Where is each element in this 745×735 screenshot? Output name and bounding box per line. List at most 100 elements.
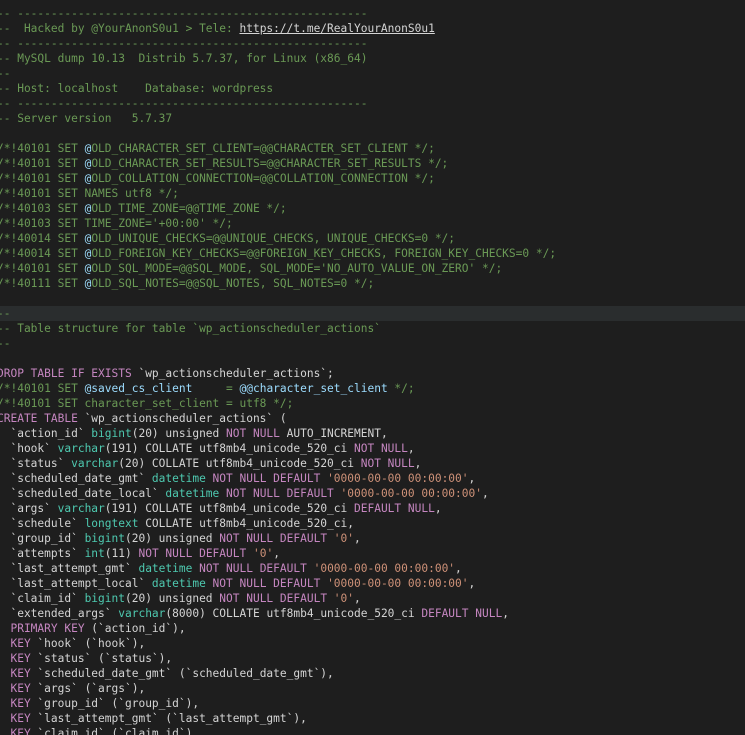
code-token: ,: [165, 652, 173, 665]
code-line[interactable]: `hook` varchar(191) COLLATE utf8mb4_unic…: [0, 441, 745, 456]
code-line[interactable]: -- -------------------------------------…: [0, 96, 745, 111]
code-token: '0': [333, 592, 355, 605]
code-line[interactable]: KEY `claim_id` (`claim_id`),: [0, 726, 745, 735]
code-token: NOT NULL DEFAULT: [192, 562, 314, 575]
code-token: /*!40101 SET: [0, 142, 85, 155]
code-token: '0': [252, 547, 274, 560]
code-line[interactable]: -- MySQL dump 10.13 Distrib 5.7.37, for …: [0, 51, 745, 66]
code-line[interactable]: /*!40101 SET NAMES utf8 */;: [0, 186, 745, 201]
code-line[interactable]: CREATE TABLE `wp_actionscheduler_actions…: [0, 411, 745, 426]
code-token: COLLATE utf8mb4_unicode_520_ci,: [138, 517, 354, 530]
telegram-link[interactable]: https://t.me/RealYourAnonS0u1: [239, 22, 434, 35]
code-line[interactable]: KEY `hook` (`hook`),: [0, 636, 745, 651]
code-token: /*!40101 SET: [0, 157, 85, 170]
code-token: datetime: [151, 472, 206, 485]
code-editor[interactable]: -- -------------------------------------…: [0, 0, 745, 735]
code-line[interactable]: -- -------------------------------------…: [0, 36, 745, 51]
code-token: (8000) COLLATE utf8mb4_unicode_520_ci: [165, 607, 422, 620]
code-token: DROP TABLE IF EXISTS: [0, 367, 139, 380]
code-token: `status`: [0, 457, 72, 470]
code-token: bigint: [91, 427, 132, 440]
code-line[interactable]: /*!40103 SET @OLD_TIME_ZONE=@@TIME_ZONE …: [0, 201, 745, 216]
code-token: NOT NULL: [354, 442, 408, 455]
code-line[interactable]: -- Host: localhost Database: wordpress: [0, 81, 745, 96]
code-line[interactable]: PRIMARY KEY (`action_id`),: [0, 621, 745, 636]
code-token: (`action_id`): [91, 622, 179, 635]
code-token: `attempts`: [0, 547, 85, 560]
code-line[interactable]: `scheduled_date_local` datetime NOT NULL…: [0, 486, 745, 501]
code-token: ,: [407, 442, 415, 455]
code-line[interactable]: -- -------------------------------------…: [0, 6, 745, 21]
code-line[interactable]: --: [0, 336, 745, 351]
code-line[interactable]: `status` varchar(20) COLLATE utf8mb4_uni…: [0, 456, 745, 471]
code-line[interactable]: `args` varchar(191) COLLATE utf8mb4_unic…: [0, 501, 745, 516]
code-line[interactable]: [0, 291, 745, 306]
code-token: -- -------------------------------------…: [0, 7, 368, 20]
code-token: datetime: [138, 562, 193, 575]
code-token: ,: [138, 637, 146, 650]
code-token: bigint: [84, 532, 125, 545]
code-token: -- Host: localhost Database: wordpress: [0, 82, 274, 95]
code-line[interactable]: KEY `status` (`status`),: [0, 651, 745, 666]
code-token: `extended_args`: [0, 607, 119, 620]
code-line[interactable]: KEY `args` (`args`),: [0, 681, 745, 696]
code-token: KEY: [0, 682, 38, 695]
code-line[interactable]: `group_id` bigint(20) unsigned NOT NULL …: [0, 531, 745, 546]
code-line[interactable]: `attempts` int(11) NOT NULL DEFAULT '0',: [0, 546, 745, 561]
code-line[interactable]: -- Table structure for table `wp_actions…: [0, 321, 745, 336]
code-line[interactable]: KEY `group_id` (`group_id`),: [0, 696, 745, 711]
code-token: @@character_set_client: [239, 382, 388, 395]
code-line[interactable]: DROP TABLE IF EXISTS `wp_actionscheduler…: [0, 366, 745, 381]
code-token: /*!40101 SET character_set_client = utf8…: [0, 397, 294, 410]
code-token: `group_id`: [0, 532, 85, 545]
code-token: /*!40103 SET: [0, 202, 85, 215]
code-line[interactable]: `last_attempt_local` datetime NOT NULL D…: [0, 576, 745, 591]
code-token: (11): [104, 547, 139, 560]
code-line[interactable]: `schedule` longtext COLLATE utf8mb4_unic…: [0, 516, 745, 531]
code-line[interactable]: `scheduled_date_gmt` datetime NOT NULL D…: [0, 471, 745, 486]
code-line[interactable]: [0, 126, 745, 141]
code-line[interactable]: `action_id` bigint(20) unsigned NOT NULL…: [0, 426, 745, 441]
code-line[interactable]: /*!40101 SET @OLD_CHARACTER_SET_RESULTS=…: [0, 156, 745, 171]
code-line[interactable]: /*!40103 SET TIME_ZONE='+00:00' */;: [0, 216, 745, 231]
code-token: ,: [178, 622, 186, 635]
code-token: NOT NULL DEFAULT: [219, 532, 334, 545]
code-token: varchar: [57, 442, 105, 455]
code-line[interactable]: `extended_args` varchar(8000) COLLATE ut…: [0, 606, 745, 621]
code-line[interactable]: `claim_id` bigint(20) unsigned NOT NULL …: [0, 591, 745, 606]
code-line[interactable]: -- Server version 5.7.37: [0, 111, 745, 126]
code-line[interactable]: /*!40111 SET @OLD_SQL_NOTES=@@SQL_NOTES,…: [0, 276, 745, 291]
code-line[interactable]: KEY `scheduled_date_gmt` (`scheduled_dat…: [0, 666, 745, 681]
code-line[interactable]: /*!40101 SET @OLD_SQL_MODE=@@SQL_MODE, S…: [0, 261, 745, 276]
code-token: ,: [192, 727, 200, 735]
code-token: KEY: [0, 727, 38, 735]
code-line[interactable]: --: [0, 66, 745, 81]
code-token: -- Table structure for table `wp_actions…: [0, 322, 381, 335]
code-line[interactable]: -- Hacked by @YourAnonS0u1 > Tele: https…: [0, 21, 745, 36]
code-token: `claim_id` (`claim_id`): [37, 727, 193, 735]
code-token: `claim_id`: [0, 592, 85, 605]
code-token: NOT NULL DEFAULT: [219, 487, 341, 500]
code-line[interactable]: /*!40014 SET @OLD_UNIQUE_CHECKS=@@UNIQUE…: [0, 231, 745, 246]
code-token: `status` (`status`): [37, 652, 166, 665]
code-token: ,: [468, 577, 476, 590]
code-token: KEY: [0, 712, 38, 725]
code-line[interactable]: /*!40014 SET @OLD_FOREIGN_KEY_CHECKS=@@F…: [0, 246, 745, 261]
code-token: =: [192, 382, 240, 395]
code-token: /*!40101 SET: [0, 262, 85, 275]
code-line[interactable]: KEY `last_attempt_gmt` (`last_attempt_gm…: [0, 711, 745, 726]
code-token: --: [0, 337, 11, 350]
code-token: AUTO_INCREMENT,: [279, 427, 388, 440]
code-line[interactable]: /*!40101 SET @OLD_CHARACTER_SET_CLIENT=@…: [0, 141, 745, 156]
code-token: varchar: [57, 502, 105, 515]
code-line[interactable]: `last_attempt_gmt` datetime NOT NULL DEF…: [0, 561, 745, 576]
code-line[interactable]: --: [0, 306, 745, 321]
code-line[interactable]: /*!40101 SET @OLD_COLLATION_CONNECTION=@…: [0, 171, 745, 186]
code-token: '0000-00-00 00:00:00': [327, 472, 469, 485]
code-line[interactable]: [0, 351, 745, 366]
code-token: '0000-00-00 00:00:00': [313, 562, 456, 575]
code-line[interactable]: /*!40101 SET @saved_cs_client = @@charac…: [0, 381, 745, 396]
code-token: /*!40014 SET: [0, 247, 85, 260]
code-token: /*!40103 SET TIME_ZONE='+00:00' */;: [0, 217, 233, 230]
code-line[interactable]: /*!40101 SET character_set_client = utf8…: [0, 396, 745, 411]
